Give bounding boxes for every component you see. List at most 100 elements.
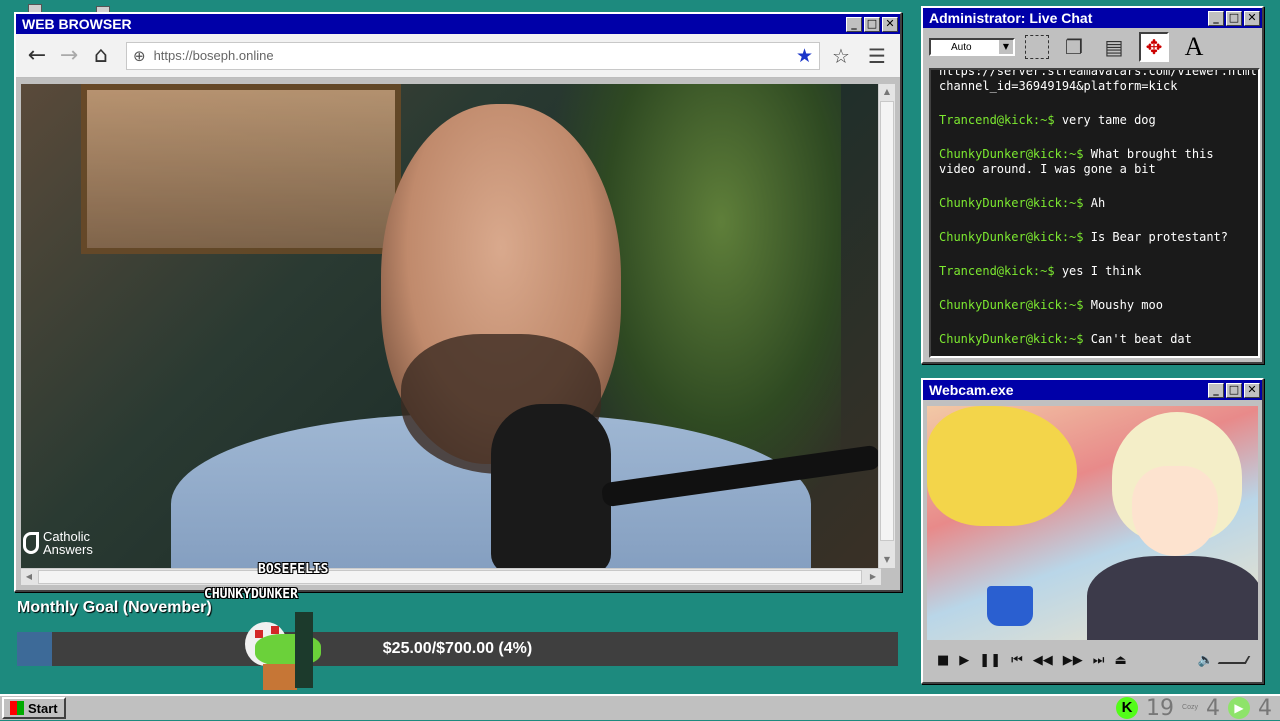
url-text[interactable]: https://boseph.online bbox=[154, 48, 788, 63]
chat-username: ChunkyDunker@kick:~$ bbox=[939, 332, 1084, 346]
cozy-label: Cozy bbox=[1182, 704, 1198, 711]
play-circle-icon[interactable]: ▶ bbox=[1228, 697, 1250, 719]
scroll-down-icon[interactable]: ▼ bbox=[879, 552, 895, 568]
font-icon[interactable]: A bbox=[1179, 32, 1209, 62]
chat-titlebar[interactable]: Administrator: Live Chat _ □ ✕ bbox=[923, 8, 1262, 28]
chat-source-url: https://server.streamavatars.com/viewer.… bbox=[939, 68, 1260, 93]
chat-message: ChunkyDunker@kick:~$ Moushy moo bbox=[939, 298, 1250, 313]
avatar-name-tag: CHUNKYDUNKER bbox=[204, 587, 298, 602]
maximize-button[interactable]: □ bbox=[1226, 382, 1242, 398]
chat-message: ChunkyDunker@kick:~$ Ah bbox=[939, 196, 1250, 211]
live-chat-window: Administrator: Live Chat _ □ ✕ Auto ▼ ❐ … bbox=[921, 6, 1264, 364]
scroll-thumb[interactable] bbox=[880, 101, 894, 541]
chat-toolbar: Auto ▼ ❐ ▤ ✥ A bbox=[923, 28, 1262, 66]
scroll-right-icon[interactable]: ▶ bbox=[865, 569, 881, 585]
chat-message: ChunkyDunker@kick:~$ Can't beat dat bbox=[939, 332, 1250, 347]
hamburger-menu-icon[interactable]: ☰ bbox=[862, 44, 892, 68]
chat-text: Moushy moo bbox=[1090, 298, 1163, 312]
goal-label: Monthly Goal (November) bbox=[17, 599, 212, 616]
paste-icon[interactable]: ▤ bbox=[1099, 32, 1129, 62]
browser-toolbar: ← → ⌂ ⊕ https://boseph.online ★ ☆ ☰ bbox=[16, 34, 900, 78]
video-watermark: Catholic Answers bbox=[23, 530, 103, 556]
windows-logo-icon bbox=[10, 701, 24, 715]
background-painting bbox=[81, 84, 401, 254]
video-frame[interactable]: Catholic Answers bbox=[21, 84, 881, 568]
fast-forward-icon[interactable]: ▶▶ bbox=[1063, 653, 1083, 668]
media-controls: ■ ▶ ❚❚ ⏮ ◀◀ ▶▶ ⏭ ⏏ 🔈 bbox=[927, 646, 1258, 674]
horizontal-scrollbar[interactable]: ◀ ▶ bbox=[21, 568, 881, 585]
follower-count: 4 bbox=[1206, 695, 1220, 721]
back-arrow-icon[interactable]: ← bbox=[24, 43, 50, 69]
close-button[interactable]: ✕ bbox=[882, 16, 898, 32]
address-bar[interactable]: ⊕ https://boseph.online ★ bbox=[126, 41, 820, 70]
globe-icon: ⊕ bbox=[133, 46, 146, 65]
close-button[interactable]: ✕ bbox=[1244, 10, 1260, 26]
copy-icon[interactable]: ❐ bbox=[1059, 32, 1089, 62]
chat-text: yes I think bbox=[1061, 264, 1142, 278]
volume-control[interactable]: 🔈 bbox=[1198, 653, 1251, 668]
chat-log[interactable]: https://server.streamavatars.com/viewer.… bbox=[929, 68, 1260, 358]
skip-forward-icon[interactable]: ⏭ bbox=[1093, 653, 1105, 668]
minimize-button[interactable]: _ bbox=[1208, 382, 1224, 398]
stop-icon[interactable]: ■ bbox=[937, 653, 949, 668]
bookmark-star-icon[interactable]: ★ bbox=[796, 45, 813, 67]
zoom-value: Auto bbox=[951, 41, 972, 53]
microphone bbox=[491, 404, 611, 568]
system-tray: K 19 Cozy 4 ▶ 4 bbox=[1116, 695, 1278, 721]
speaker-icon[interactable]: 🔈 bbox=[1198, 653, 1214, 668]
chat-username: Trancend@kick:~$ bbox=[939, 264, 1055, 278]
blue-mug bbox=[987, 586, 1033, 626]
rewind-icon[interactable]: ◀◀ bbox=[1033, 653, 1053, 668]
kick-icon[interactable]: K bbox=[1116, 697, 1139, 719]
browser-title: WEB BROWSER bbox=[22, 16, 132, 32]
play-icon[interactable]: ▶ bbox=[959, 653, 969, 668]
scroll-thumb[interactable] bbox=[38, 570, 862, 584]
chat-message: ChunkyDunker@kick:~$ What brought this v… bbox=[939, 147, 1250, 177]
pause-icon[interactable]: ❚❚ bbox=[979, 653, 1001, 668]
goal-progress-text: $25.00/$700.00 (4%) bbox=[382, 640, 533, 657]
close-button[interactable]: ✕ bbox=[1244, 382, 1260, 398]
browser-window: WEB BROWSER _ □ ✕ ← → ⌂ ⊕ https://boseph… bbox=[14, 12, 902, 592]
chat-username: ChunkyDunker@kick:~$ bbox=[939, 298, 1084, 312]
start-button[interactable]: Start bbox=[2, 697, 66, 719]
move-tool-icon[interactable]: ✥ bbox=[1139, 32, 1169, 62]
zoom-select[interactable]: Auto ▼ bbox=[929, 38, 1015, 56]
viewer-count: 19 bbox=[1146, 695, 1175, 721]
sprite-pot bbox=[263, 664, 297, 690]
watermark-logo-icon bbox=[23, 532, 39, 554]
vertical-scrollbar[interactable]: ▲ ▼ bbox=[878, 84, 895, 568]
select-tool-icon[interactable] bbox=[1025, 35, 1049, 59]
browser-titlebar[interactable]: WEB BROWSER _ □ ✕ bbox=[16, 14, 900, 34]
forward-arrow-icon[interactable]: → bbox=[56, 43, 82, 69]
chevron-down-icon[interactable]: ▼ bbox=[999, 40, 1013, 54]
webcam-titlebar[interactable]: Webcam.exe _ □ ✕ bbox=[923, 380, 1262, 400]
minimize-button[interactable]: _ bbox=[1208, 10, 1224, 26]
volume-slider[interactable] bbox=[1217, 656, 1251, 664]
scroll-left-icon[interactable]: ◀ bbox=[21, 569, 37, 585]
chat-message: Trancend@kick:~$ yes I think bbox=[939, 264, 1250, 279]
chat-username: Trancend@kick:~$ bbox=[939, 113, 1055, 127]
favorites-star-icon[interactable]: ☆ bbox=[826, 44, 856, 68]
maximize-button[interactable]: □ bbox=[864, 16, 880, 32]
stream-avatar-sprite bbox=[243, 612, 325, 690]
chat-username: ChunkyDunker@kick:~$ bbox=[939, 196, 1084, 210]
skip-back-icon[interactable]: ⏮ bbox=[1011, 653, 1023, 668]
goal-progress-bar: $25.00/$700.00 (4%) bbox=[17, 632, 898, 666]
home-icon[interactable]: ⌂ bbox=[88, 43, 114, 69]
chat-text: Ah bbox=[1090, 196, 1106, 210]
watermark-text: Catholic Answers bbox=[43, 529, 93, 557]
scroll-up-icon[interactable]: ▲ bbox=[879, 84, 895, 100]
sprite-ninja bbox=[295, 612, 313, 688]
minimize-button[interactable]: _ bbox=[846, 16, 862, 32]
sprite-dot bbox=[271, 626, 279, 634]
maximize-button[interactable]: □ bbox=[1226, 10, 1242, 26]
avatar-name-tag: BOSEFELIS bbox=[258, 562, 329, 577]
avatar-sweater bbox=[1087, 556, 1258, 640]
webcam-view bbox=[927, 406, 1258, 640]
chat-message: Trancend@kick:~$ very tame dog bbox=[939, 113, 1250, 128]
chat-text: Can't beat dat bbox=[1090, 332, 1192, 346]
chat-text: very tame dog bbox=[1061, 113, 1156, 127]
taskbar: Start K 19 Cozy 4 ▶ 4 bbox=[0, 694, 1280, 721]
avatar-face bbox=[1132, 466, 1218, 556]
eject-icon[interactable]: ⏏ bbox=[1115, 653, 1127, 668]
